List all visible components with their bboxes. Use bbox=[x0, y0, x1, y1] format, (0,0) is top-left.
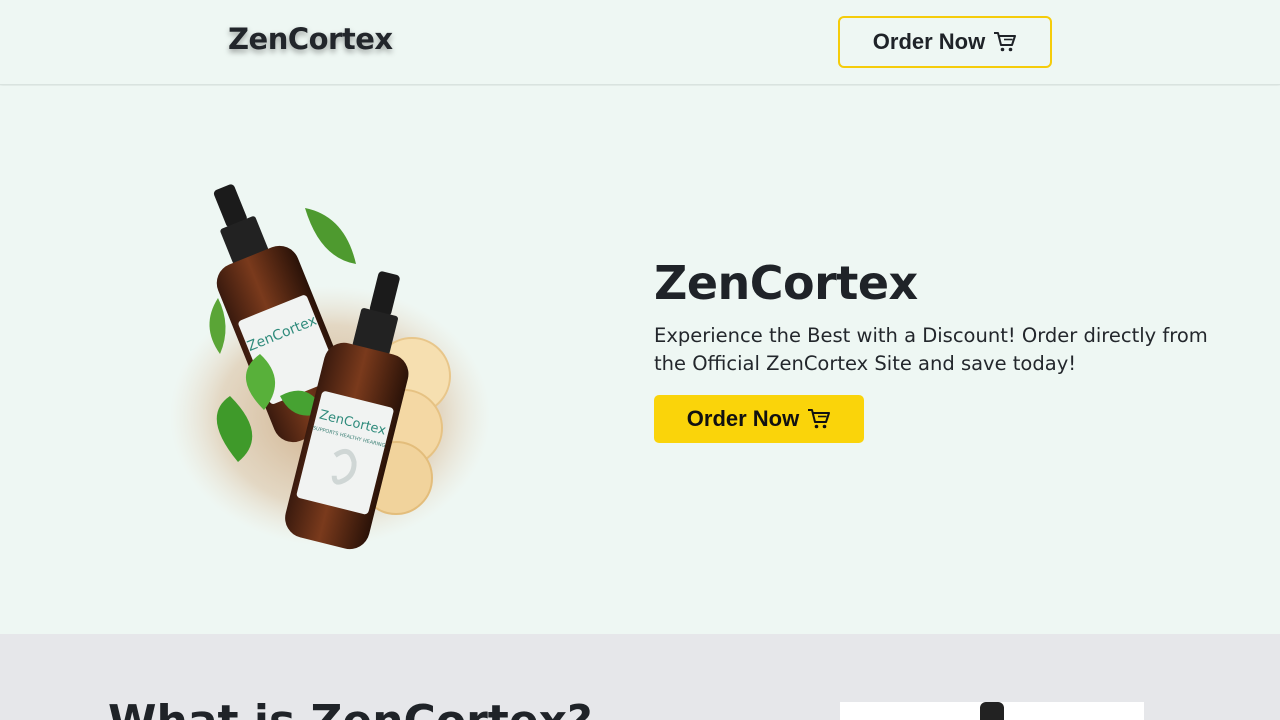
hero-section: ZenCortex ZenCortex SUPPORTS HEALTHY HEA… bbox=[0, 86, 1280, 634]
about-heading: What is ZenCortex? bbox=[108, 696, 593, 720]
about-section: What is ZenCortex? bbox=[0, 634, 1280, 720]
brand-logo[interactable]: ZenCortex bbox=[228, 22, 393, 56]
hero-description: Experience the Best with a Discount! Ord… bbox=[654, 324, 1208, 375]
header-order-now-button[interactable]: Order Now bbox=[838, 16, 1052, 68]
hero-order-now-label: Order Now bbox=[686, 406, 800, 431]
header-order-now-label: Order Now bbox=[872, 29, 986, 54]
navbar: ZenCortex Order Now bbox=[0, 0, 1280, 85]
product-image: ZenCortex ZenCortex SUPPORTS HEALTHY HEA… bbox=[170, 184, 490, 550]
cart-icon bbox=[808, 409, 831, 429]
hero-title: ZenCortex bbox=[654, 256, 918, 310]
bottle-cap-graphic bbox=[980, 702, 1004, 720]
about-product-image bbox=[840, 702, 1144, 720]
cart-icon bbox=[994, 32, 1017, 52]
hero-order-now-button[interactable]: Order Now bbox=[654, 395, 864, 443]
